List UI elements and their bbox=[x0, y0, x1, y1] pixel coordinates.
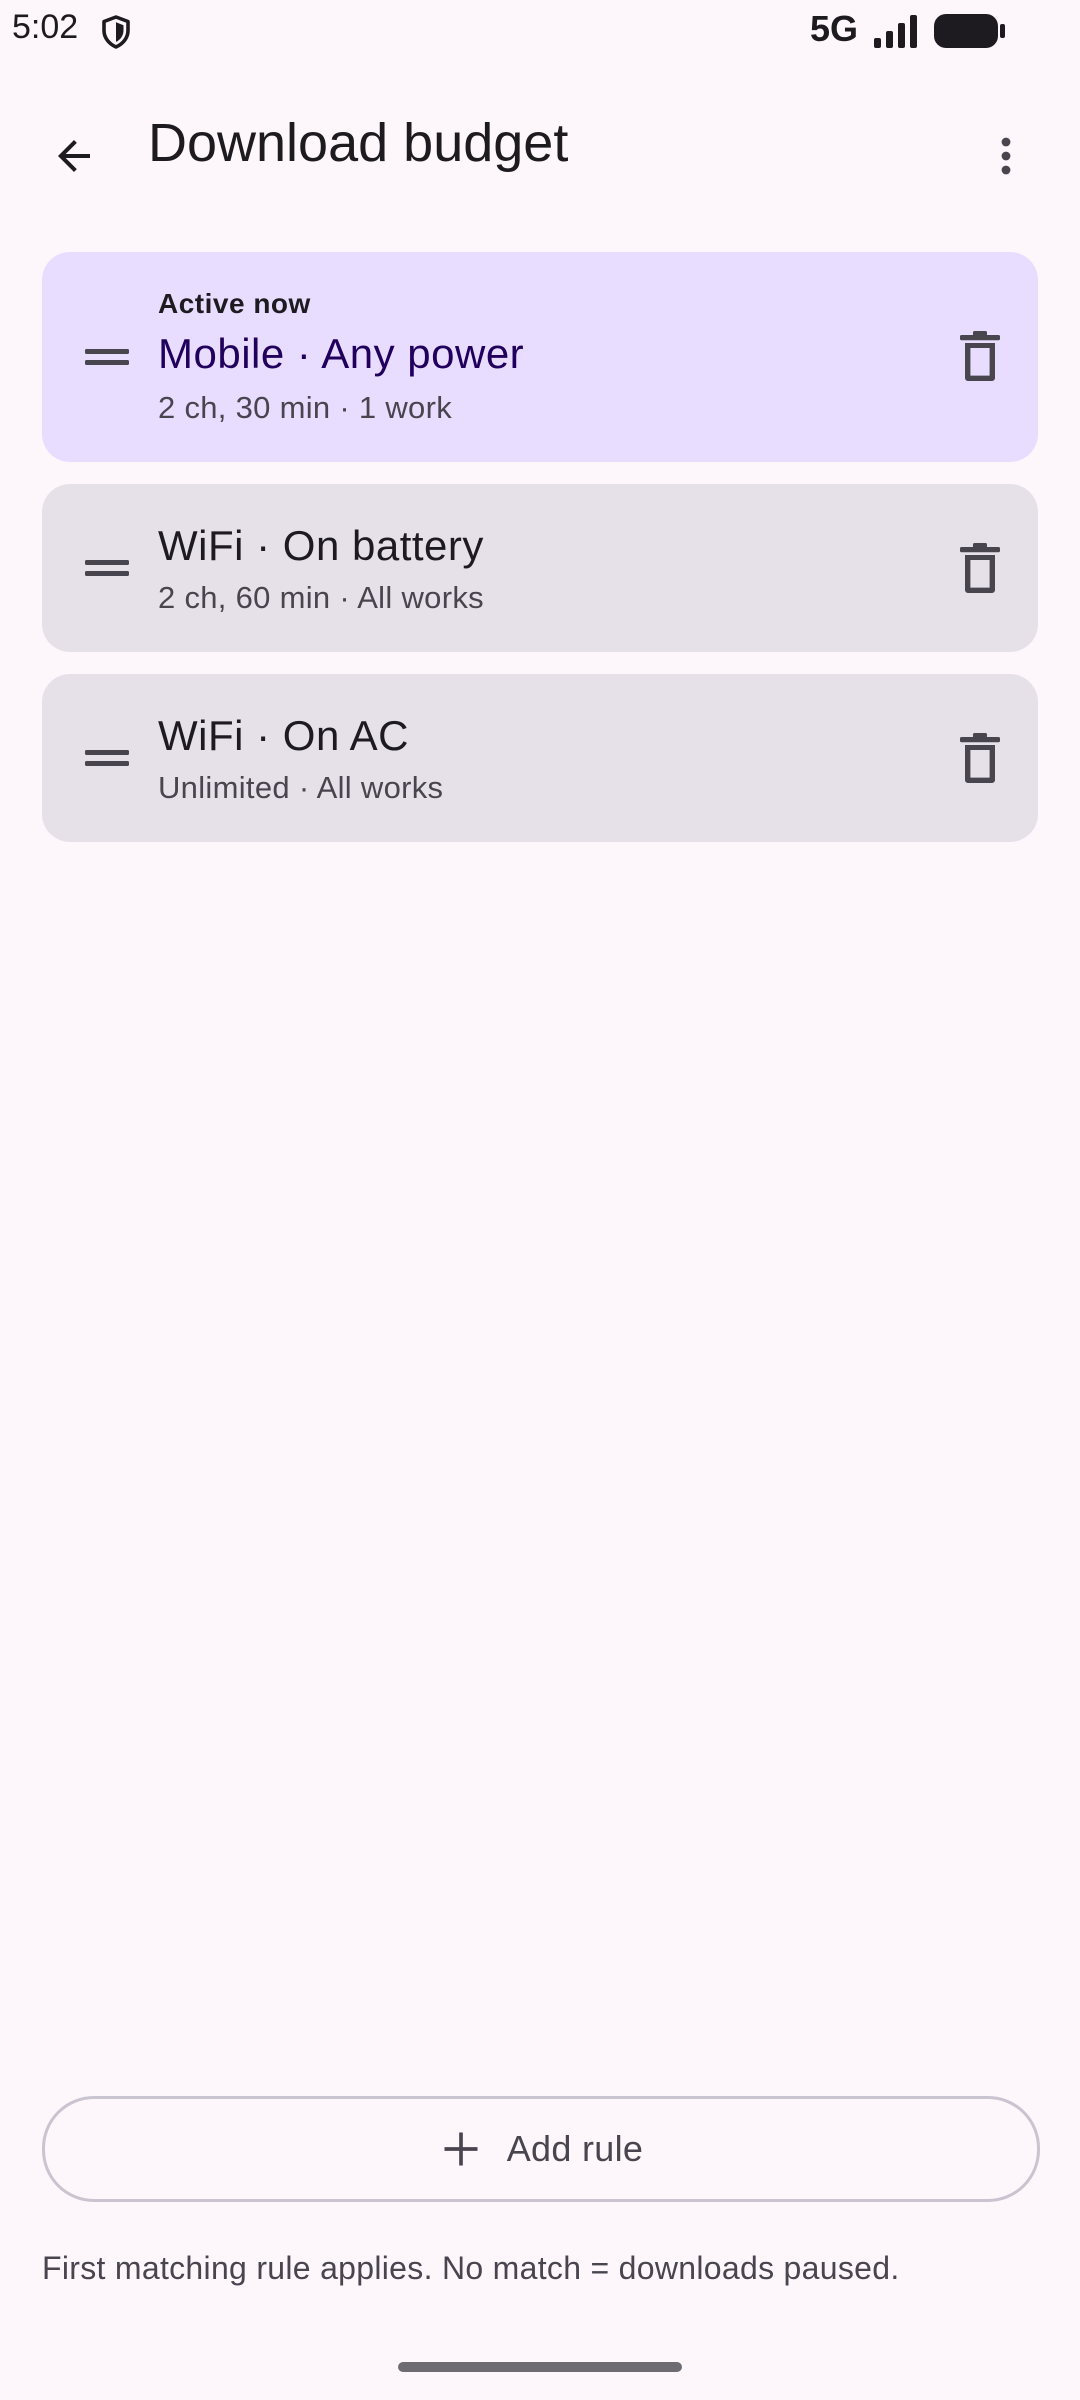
add-rule-label: Add rule bbox=[506, 2128, 644, 2169]
rule-card-mobile-any-power[interactable]: Active now Mobile · Any power 2 ch, 30 m… bbox=[42, 252, 1038, 462]
footer-note: First matching rule applies. No match = … bbox=[42, 2250, 900, 2286]
rule-card-wifi-on-ac[interactable]: WiFi · On AC Unlimited · All works bbox=[42, 674, 1038, 842]
delete-rule-button[interactable] bbox=[944, 722, 1016, 794]
status-bar: 5:02 5G bbox=[0, 0, 1080, 64]
rule-subtitle: 2 ch, 60 min · All works bbox=[158, 580, 484, 615]
battery-icon bbox=[934, 14, 1005, 48]
trash-icon bbox=[960, 331, 1000, 381]
rule-card-wifi-on-battery[interactable]: WiFi · On battery 2 ch, 60 min · All wor… bbox=[42, 484, 1038, 652]
drag-handle-icon[interactable] bbox=[82, 553, 132, 583]
more-options-button[interactable] bbox=[966, 116, 1046, 196]
active-now-label: Active now bbox=[158, 288, 311, 319]
add-rule-button[interactable]: Add rule bbox=[42, 2096, 1040, 2202]
network-type: 5G bbox=[810, 8, 859, 49]
shield-icon bbox=[102, 15, 130, 49]
signal-icon bbox=[874, 15, 917, 48]
arrow-back-icon bbox=[58, 140, 90, 172]
rule-subtitle: 2 ch, 30 min · 1 work bbox=[158, 390, 453, 425]
more-vert-icon bbox=[1001, 137, 1011, 175]
trash-icon bbox=[960, 733, 1000, 783]
app-bar: Download budget bbox=[0, 84, 1080, 212]
rule-title: Mobile · Any power bbox=[158, 330, 525, 377]
trash-icon bbox=[960, 543, 1000, 593]
rule-title: WiFi · On battery bbox=[158, 522, 484, 569]
drag-handle-icon[interactable] bbox=[82, 342, 132, 372]
delete-rule-button[interactable] bbox=[944, 320, 1016, 392]
page-title: Download budget bbox=[148, 113, 569, 173]
rule-title: WiFi · On AC bbox=[158, 712, 410, 759]
status-time: 5:02 bbox=[12, 8, 79, 46]
rule-subtitle: Unlimited · All works bbox=[158, 770, 444, 805]
back-button[interactable] bbox=[34, 116, 114, 196]
plus-icon bbox=[444, 2132, 478, 2166]
drag-handle-icon[interactable] bbox=[82, 743, 132, 773]
gesture-nav-bar[interactable] bbox=[398, 2362, 682, 2372]
delete-rule-button[interactable] bbox=[944, 532, 1016, 604]
